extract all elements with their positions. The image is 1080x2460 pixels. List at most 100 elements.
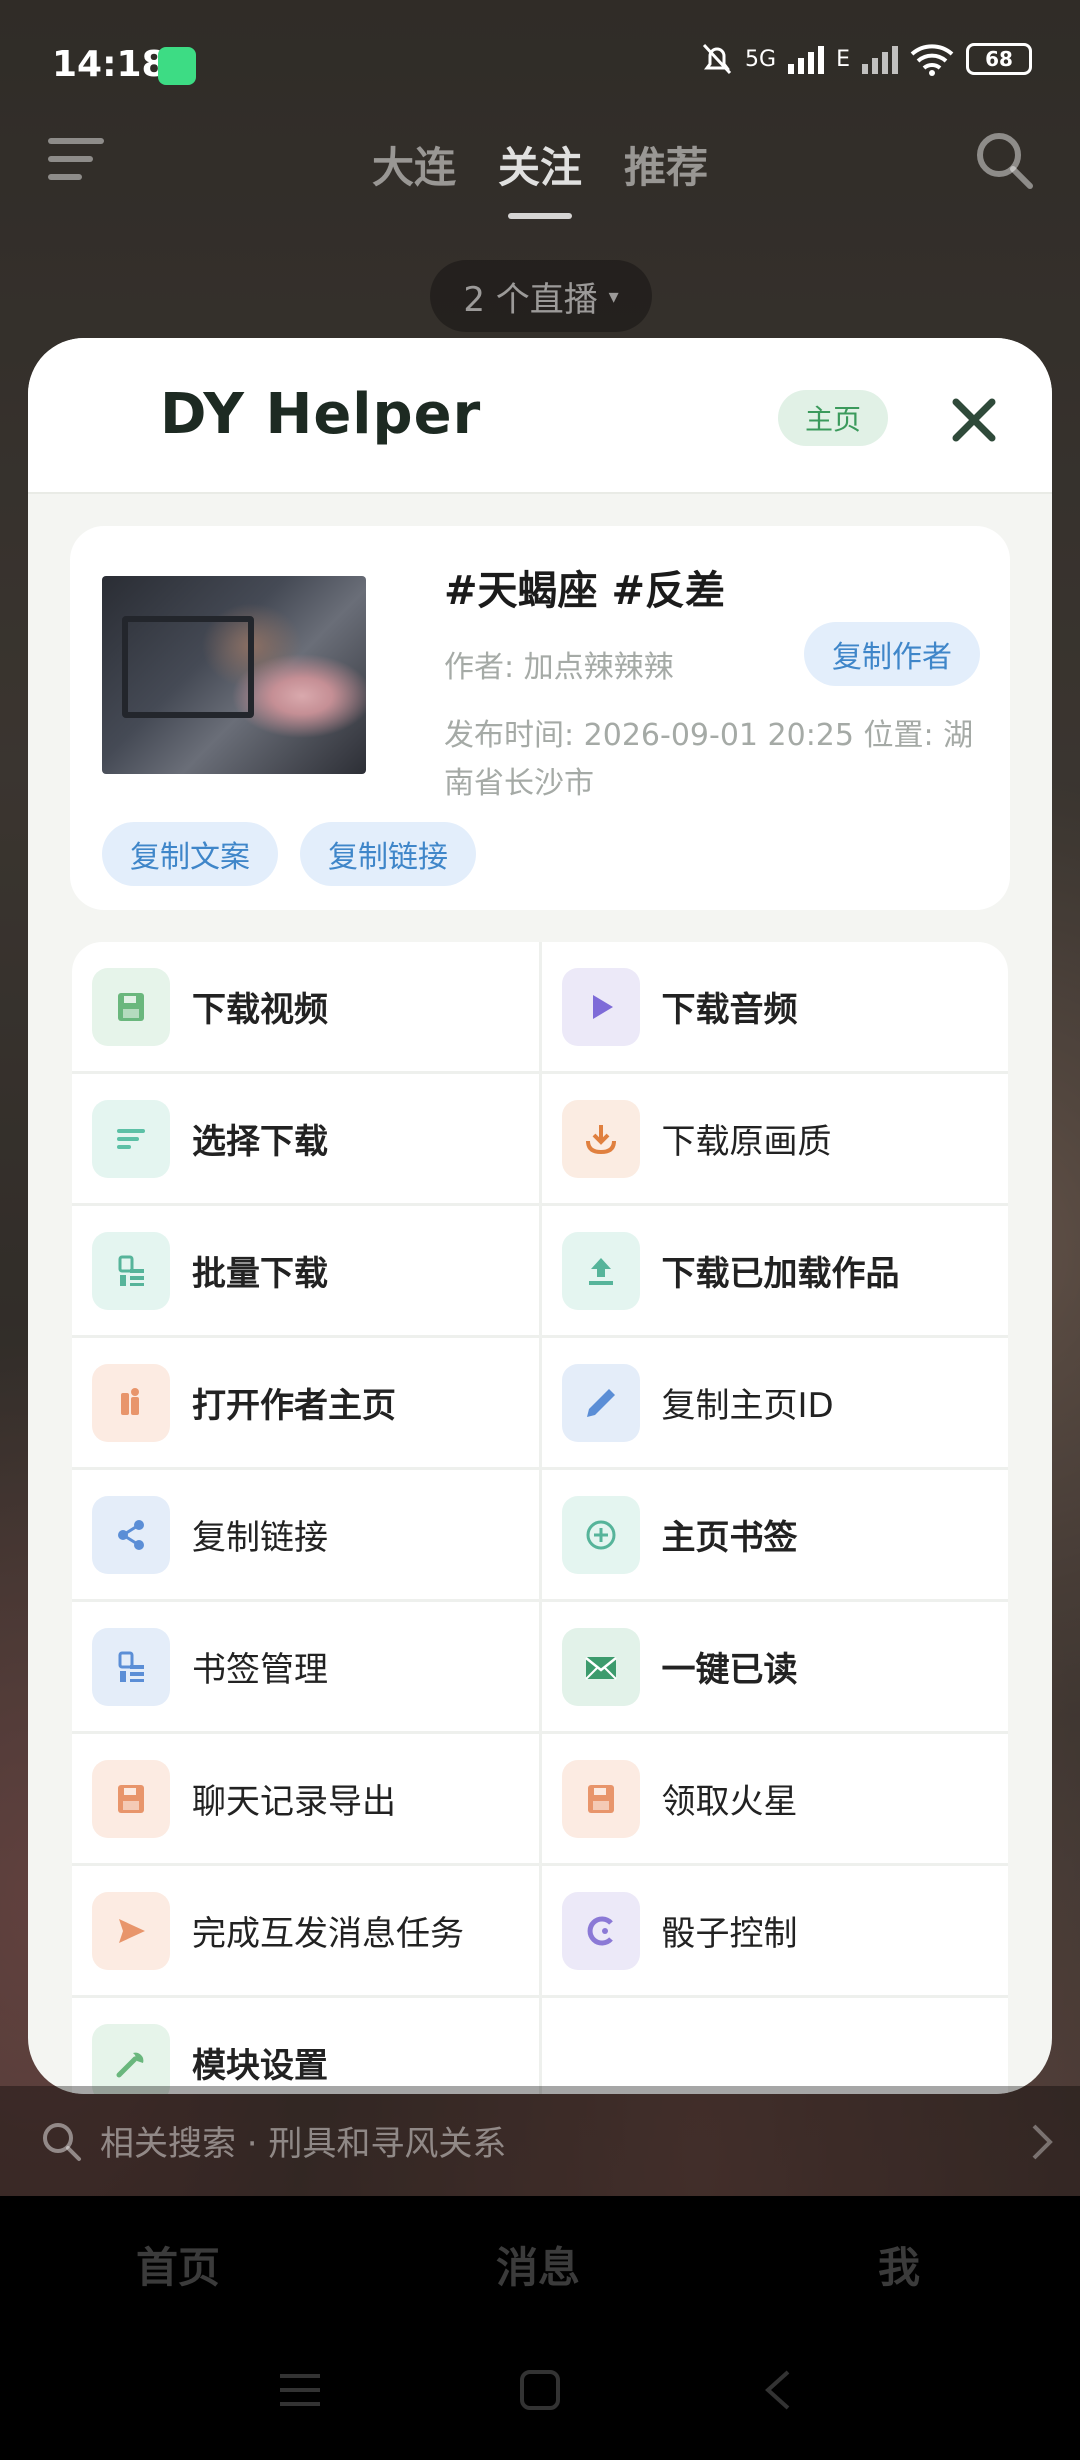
network-type: 5G bbox=[745, 46, 777, 72]
live-count-label: 2 个直播 bbox=[463, 279, 598, 320]
battery-icon: 68 bbox=[966, 43, 1032, 75]
menu-item[interactable]: 下载已加载作品 bbox=[538, 1206, 1009, 1335]
menu-item[interactable]: 下载视频 bbox=[72, 942, 539, 1071]
menu-item[interactable]: 复制主页ID bbox=[538, 1338, 1009, 1467]
status-bar: 14:18 5G E 68 bbox=[0, 0, 1080, 130]
menu-row: 选择下载 下载原画质 bbox=[72, 1074, 1008, 1206]
system-nav-bar bbox=[0, 2360, 1080, 2430]
tab-recommend[interactable]: 推荐 bbox=[624, 134, 708, 195]
menu-item[interactable]: 下载原画质 bbox=[538, 1074, 1009, 1203]
menu-item[interactable]: 批量下载 bbox=[72, 1206, 539, 1335]
menu-item[interactable]: 骰子控制 bbox=[538, 1866, 1009, 1995]
close-icon[interactable] bbox=[946, 392, 1002, 448]
live-count-pill[interactable]: 2 个直播 ▾ bbox=[430, 260, 652, 332]
menu-item[interactable]: 复制链接 bbox=[72, 1470, 539, 1599]
home-badge: 主页 bbox=[778, 390, 888, 446]
share-icon bbox=[92, 1495, 170, 1574]
video-author: 作者: 加点辣辣辣 bbox=[444, 650, 674, 685]
play-icon bbox=[561, 967, 640, 1046]
menu-row: 打开作者主页 复制主页ID bbox=[72, 1338, 1008, 1470]
dice-icon bbox=[561, 1891, 640, 1970]
menu-item-label: 选择下载 bbox=[192, 1122, 328, 1162]
send-icon bbox=[92, 1891, 170, 1970]
back-icon[interactable] bbox=[762, 2368, 792, 2412]
menu-item[interactable]: 一键已读 bbox=[538, 1602, 1009, 1731]
person-icon bbox=[92, 1363, 170, 1442]
menu-item-label: 骰子控制 bbox=[661, 1914, 798, 1954]
menu-item-label: 打开作者主页 bbox=[192, 1386, 396, 1426]
menu-item[interactable]: 完成互发消息任务 bbox=[72, 1866, 539, 1995]
nav-home[interactable]: 首页 bbox=[136, 2234, 220, 2295]
download-icon bbox=[561, 1099, 640, 1178]
chevron-right-icon bbox=[1032, 2124, 1053, 2160]
menu-item[interactable]: 聊天记录导出 bbox=[72, 1734, 539, 1863]
upload-icon bbox=[561, 1231, 640, 1310]
menu-row: 完成互发消息任务 骰子控制 bbox=[72, 1866, 1008, 1998]
dy-helper-dialog: DY Helper 主页 #天蝎座 #反差 作者: 加点辣辣辣 复制作者 发布时… bbox=[28, 338, 1052, 2094]
save-icon bbox=[92, 967, 170, 1046]
batch-icon bbox=[92, 1231, 170, 1310]
recent-apps-icon[interactable] bbox=[278, 2370, 322, 2410]
menu-item[interactable]: 模块设置 bbox=[72, 1998, 539, 2094]
menu-item-empty bbox=[538, 1998, 1009, 2094]
search-icon bbox=[43, 2123, 81, 2161]
menu-item-label: 聊天记录导出 bbox=[192, 1782, 396, 1822]
signal-icon-2 bbox=[862, 44, 898, 74]
menu-item-label: 复制链接 bbox=[192, 1518, 328, 1558]
menu-item-label: 领取火星 bbox=[661, 1782, 798, 1822]
video-title: #天蝎座 #反差 bbox=[444, 568, 725, 614]
network-type-2: E bbox=[836, 46, 850, 72]
menu-item[interactable]: 选择下载 bbox=[72, 1074, 539, 1203]
bell-muted-icon bbox=[702, 43, 732, 75]
top-navigation: 大连 关注 推荐 bbox=[0, 120, 1080, 220]
menu-item[interactable]: 书签管理 bbox=[72, 1602, 539, 1731]
save-icon bbox=[92, 1759, 170, 1838]
related-search-text: 相关搜索 · 刑具和寻风关系 bbox=[100, 2124, 507, 2164]
search-icon[interactable] bbox=[972, 128, 1036, 192]
menu-item-label: 下载已加载作品 bbox=[661, 1254, 900, 1294]
menu-row: 聊天记录导出 领取火星 bbox=[72, 1734, 1008, 1866]
menu-item-label: 下载视频 bbox=[192, 990, 328, 1030]
status-time: 14:18 bbox=[52, 44, 167, 85]
menu-row: 下载视频 下载音频 bbox=[72, 942, 1008, 1074]
menu-row: 模块设置 bbox=[72, 1998, 1008, 2094]
signal-icon bbox=[788, 44, 825, 74]
plus-circle-icon bbox=[561, 1495, 640, 1574]
bottom-navigation: 首页 消息 我 bbox=[0, 2196, 1080, 2460]
android-app-icon bbox=[158, 47, 196, 85]
menu-item-label: 下载原画质 bbox=[661, 1122, 832, 1162]
home-square-icon[interactable] bbox=[518, 2368, 562, 2412]
copy-link-button[interactable]: 复制链接 bbox=[300, 822, 476, 886]
menu-item[interactable]: 领取火星 bbox=[538, 1734, 1009, 1863]
nav-messages[interactable]: 消息 bbox=[496, 2234, 580, 2295]
copy-caption-button[interactable]: 复制文案 bbox=[102, 822, 278, 886]
menu-item-label: 完成互发消息任务 bbox=[192, 1914, 464, 1954]
pencil-icon bbox=[561, 1363, 640, 1442]
mail-icon bbox=[561, 1627, 640, 1706]
menu-item[interactable]: 打开作者主页 bbox=[72, 1338, 539, 1467]
tab-dalian[interactable]: 大连 bbox=[372, 134, 456, 195]
menu-item-label: 书签管理 bbox=[192, 1650, 328, 1690]
menu-item-label: 主页书签 bbox=[661, 1518, 798, 1558]
wifi-icon bbox=[910, 44, 954, 76]
menu-item-label: 一键已读 bbox=[661, 1650, 798, 1690]
menu-item-label: 复制主页ID bbox=[661, 1386, 834, 1426]
video-thumbnail bbox=[102, 576, 366, 774]
video-publish-time: 发布时间: 2026-09-01 20:25 位置: 湖南省长沙市 bbox=[444, 718, 974, 801]
related-search-bar[interactable]: 相关搜索 · 刑具和寻风关系 bbox=[0, 2086, 1080, 2196]
video-info-card: #天蝎座 #反差 作者: 加点辣辣辣 复制作者 发布时间: 2026-09-01… bbox=[70, 526, 1010, 910]
menu-row: 书签管理 一键已读 bbox=[72, 1602, 1008, 1734]
save-icon bbox=[561, 1759, 640, 1838]
menu-item[interactable]: 主页书签 bbox=[538, 1470, 1009, 1599]
nav-me[interactable]: 我 bbox=[878, 2234, 920, 2295]
menu-item-label: 下载音频 bbox=[661, 990, 798, 1030]
menu-item-label: 批量下载 bbox=[192, 1254, 328, 1294]
wrench-icon bbox=[92, 2023, 170, 2094]
dialog-title: DY Helper bbox=[160, 382, 482, 447]
tab-following[interactable]: 关注 bbox=[498, 134, 582, 219]
action-menu-grid: 下载视频 下载音频选择下载 下载原画质批量下载 下载已加载作品打开作者主页 复制主页ID… bbox=[72, 942, 1008, 2094]
menu-item-label: 模块设置 bbox=[192, 2046, 328, 2086]
copy-author-button[interactable]: 复制作者 bbox=[804, 622, 980, 686]
list-icon bbox=[92, 1099, 170, 1178]
menu-item[interactable]: 下载音频 bbox=[538, 942, 1009, 1071]
